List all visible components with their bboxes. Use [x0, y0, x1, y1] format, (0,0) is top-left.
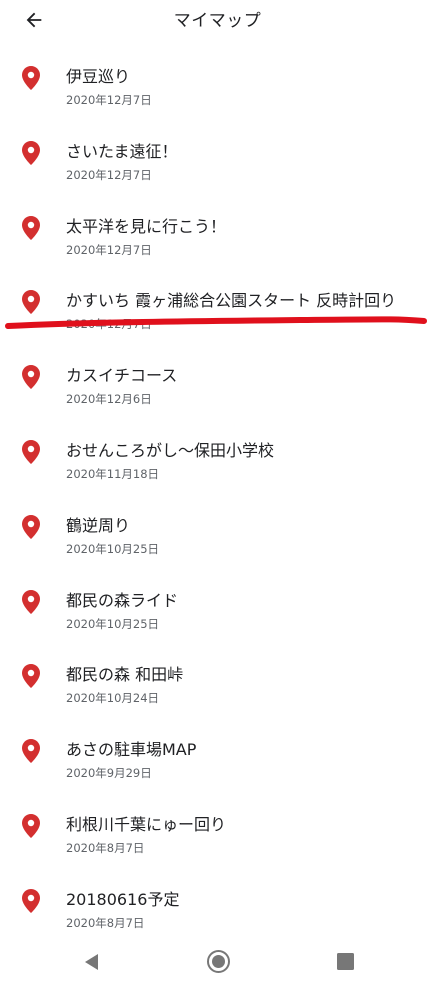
map-pin-icon	[22, 66, 40, 90]
map-date: 2020年12月7日	[66, 93, 152, 107]
map-pin-icon	[22, 215, 40, 240]
map-list-item[interactable]: 太平洋を見に行こう！ 2020年12月7日	[0, 188, 435, 263]
map-date: 2020年12月7日	[66, 317, 152, 332]
map-title: 利根川千葉にゅー回り	[66, 814, 227, 834]
map-title: 20180616予定	[66, 889, 180, 909]
app-bar: マイマップ	[0, 0, 435, 40]
map-list-item[interactable]: 伊豆巡り 2020年12月7日	[0, 38, 435, 113]
map-title: 鶴逆周り	[66, 515, 131, 535]
map-title: 太平洋を見に行こう！	[66, 216, 227, 236]
map-list-item[interactable]: カスイチコース 2020年12月6日	[0, 337, 435, 412]
map-title: さいたま遠征！	[66, 141, 178, 161]
map-title: おせんころがし〜保田小学校	[66, 440, 275, 460]
map-date: 2020年10月24日	[66, 691, 160, 706]
map-list-item[interactable]: かすいち 霞ヶ浦総合公園スタート 反時計回り 2020年12月7日	[0, 262, 435, 337]
circle-home-icon[interactable]	[206, 949, 231, 974]
map-title: 伊豆巡り	[66, 67, 131, 86]
map-date: 2020年12月6日	[66, 392, 152, 407]
map-title: カスイチコース	[66, 366, 178, 386]
map-title: あさの駐車場MAP	[66, 740, 197, 760]
map-pin-icon	[22, 664, 40, 689]
map-title: かすいち 霞ヶ浦総合公園スタート 反時計回り	[66, 291, 397, 311]
map-pin-icon	[22, 290, 40, 315]
map-list-item[interactable]: あさの駐車場MAP 2020年9月29日	[0, 711, 435, 786]
map-date: 2020年11月18日	[66, 466, 160, 481]
map-pin-icon	[22, 514, 40, 539]
map-title: 都民の森ライド	[66, 590, 179, 610]
map-pin-icon	[22, 140, 40, 165]
page-title: マイマップ	[173, 11, 262, 31]
system-nav-bar	[0, 940, 435, 985]
map-list-item[interactable]: 鶴逆周り 2020年10月25日	[0, 487, 435, 562]
map-date: 2020年8月7日	[66, 915, 145, 930]
map-date: 2020年12月7日	[66, 242, 152, 257]
map-list: 伊豆巡り 2020年12月7日 さいたま遠征！ 2020年12月7日 太平洋を見…	[0, 38, 435, 936]
map-pin-icon	[22, 439, 40, 464]
square-recents-icon[interactable]	[337, 953, 354, 970]
map-list-item[interactable]: 利根川千葉にゅー回り 2020年8月7日	[0, 786, 435, 861]
map-date: 2020年12月7日	[66, 167, 152, 182]
map-pin-icon	[22, 589, 40, 614]
map-pin-icon	[22, 888, 40, 913]
map-date: 2020年10月25日	[66, 616, 160, 631]
map-date: 2020年8月7日	[66, 840, 145, 855]
map-pin-icon	[22, 365, 40, 390]
map-list-item[interactable]: 都民の森 和田峠 2020年10月24日	[0, 636, 435, 711]
map-title: 都民の森 和田峠	[66, 665, 184, 685]
map-list-item[interactable]: 都民の森ライド 2020年10月25日	[0, 562, 435, 637]
map-date: 2020年9月29日	[66, 766, 152, 781]
map-pin-icon	[22, 739, 40, 764]
map-pin-icon	[22, 813, 40, 838]
triangle-back-icon[interactable]	[83, 953, 101, 971]
map-list-item[interactable]: おせんころがし〜保田小学校 2020年11月18日	[0, 412, 435, 487]
map-date: 2020年10月25日	[66, 541, 160, 556]
map-list-item[interactable]: 20180616予定 2020年8月7日	[0, 861, 435, 936]
map-list-item[interactable]: さいたま遠征！ 2020年12月7日	[0, 113, 435, 188]
